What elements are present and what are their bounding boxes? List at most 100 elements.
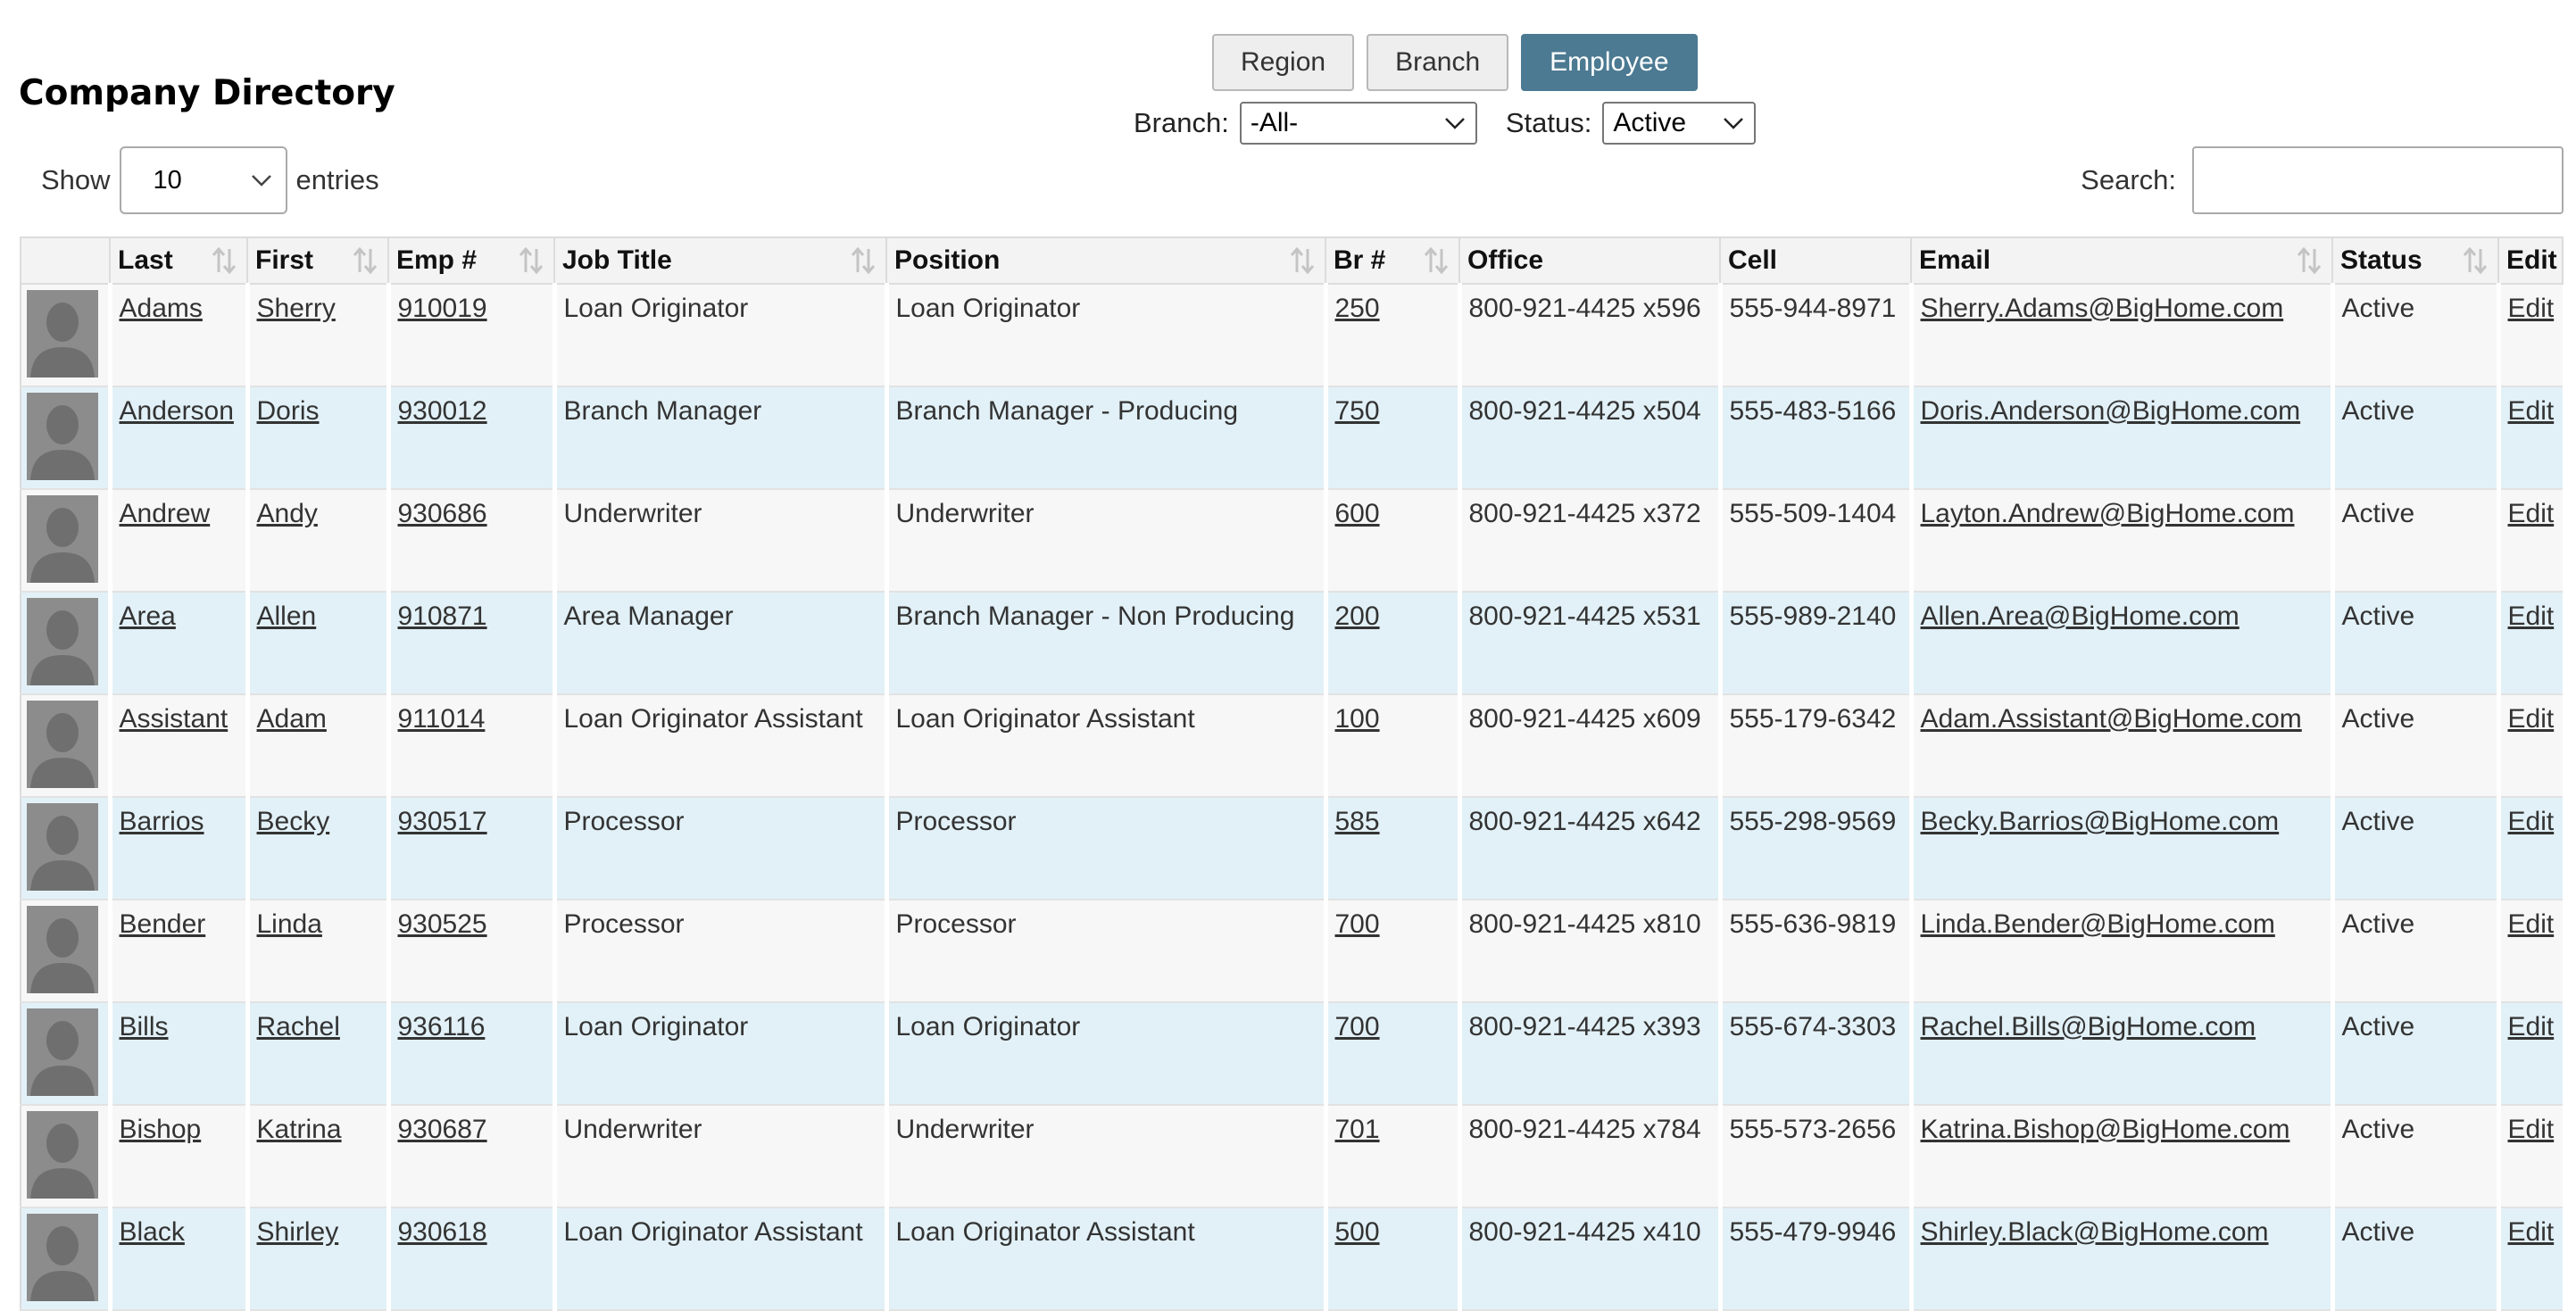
first-link[interactable]: Becky — [257, 807, 330, 836]
cell-first: Adam — [245, 694, 388, 798]
edit-link[interactable]: Edit — [2508, 1217, 2555, 1247]
cell-last: Bills — [107, 1002, 247, 1106]
column-header-emp-num[interactable]: Emp # — [387, 236, 555, 285]
edit-link[interactable]: Edit — [2508, 499, 2555, 528]
first-link[interactable]: Linda — [257, 909, 322, 939]
cell-emp-num: 930525 — [386, 900, 554, 1003]
email-link[interactable]: Sherry.Adams@BigHome.com — [1921, 294, 2284, 323]
emp-num-link[interactable]: 930012 — [398, 396, 487, 426]
column-header-job-title[interactable]: Job Title — [553, 236, 887, 285]
branch-num-link[interactable]: 750 — [1335, 396, 1380, 426]
cell-emp-num: 930618 — [386, 1207, 554, 1311]
cell-emp-num: 910871 — [386, 592, 554, 695]
last-link[interactable]: Black — [120, 1217, 185, 1247]
table-row: Adams Sherry 910019 Loan Originator Loan Ori… — [20, 284, 2563, 387]
emp-num-link[interactable]: 936116 — [398, 1012, 486, 1041]
emp-num-link[interactable]: 911014 — [398, 704, 486, 734]
branch-num-link[interactable]: 200 — [1335, 602, 1380, 631]
email-link[interactable]: Katrina.Bishop@BigHome.com — [1921, 1115, 2290, 1144]
employee-table: Last First Emp # Job Title Position Br # Offic… — [20, 236, 2564, 1311]
branch-num-link[interactable]: 700 — [1335, 909, 1380, 939]
email-link[interactable]: Becky.Barrios@BigHome.com — [1921, 807, 2280, 836]
branch-num-link[interactable]: 585 — [1335, 807, 1380, 836]
employee-view-button[interactable]: Employee — [1521, 34, 1698, 91]
edit-link[interactable]: Edit — [2508, 294, 2555, 323]
branch-num-link[interactable]: 100 — [1335, 704, 1380, 734]
first-link[interactable]: Allen — [257, 602, 317, 631]
column-header-status[interactable]: Status — [2331, 236, 2499, 285]
status-filter-select[interactable]: Active — [1602, 102, 1757, 145]
last-link[interactable]: Assistant — [120, 704, 229, 734]
column-header-last[interactable]: Last — [109, 236, 248, 285]
cell-status: Active — [2330, 900, 2498, 1003]
emp-num-link[interactable]: 930686 — [398, 499, 487, 528]
column-header-first[interactable]: First — [246, 236, 389, 285]
sort-arrows-icon — [1424, 246, 1449, 275]
cell-position: Underwriter — [884, 489, 1325, 593]
edit-link[interactable]: Edit — [2508, 396, 2555, 426]
last-link[interactable]: Bender — [120, 909, 206, 939]
first-link[interactable]: Adam — [257, 704, 327, 734]
edit-link[interactable]: Edit — [2508, 1012, 2555, 1041]
column-header-position[interactable]: Position — [885, 236, 1326, 285]
branch-num-link[interactable]: 500 — [1335, 1217, 1380, 1247]
cell-cell: 555-479-9946 — [1717, 1207, 1911, 1311]
emp-num-link[interactable]: 930687 — [398, 1115, 487, 1144]
edit-link[interactable]: Edit — [2508, 602, 2555, 631]
table-row: Area Allen 910871 Area Manager Branch Manage… — [20, 592, 2563, 695]
last-link[interactable]: Barrios — [120, 807, 204, 836]
first-link[interactable]: Sherry — [257, 294, 336, 323]
emp-num-link[interactable]: 930618 — [398, 1217, 487, 1247]
last-link[interactable]: Bishop — [120, 1115, 202, 1144]
edit-link[interactable]: Edit — [2508, 704, 2555, 734]
email-link[interactable]: Doris.Anderson@BigHome.com — [1921, 396, 2301, 426]
cell-last: Bender — [107, 900, 247, 1003]
page-length-control: Show 10 entries — [41, 146, 379, 214]
last-link[interactable]: Andrew — [120, 499, 211, 528]
email-link[interactable]: Rachel.Bills@BigHome.com — [1921, 1012, 2256, 1041]
column-header-email[interactable]: Email — [1910, 236, 2333, 285]
branch-num-link[interactable]: 701 — [1335, 1115, 1380, 1144]
branch-num-link[interactable]: 700 — [1335, 1012, 1380, 1041]
first-link[interactable]: Rachel — [257, 1012, 340, 1041]
column-header-label: Position — [894, 245, 1001, 275]
email-link[interactable]: Adam.Assistant@BigHome.com — [1921, 704, 2302, 734]
first-link[interactable]: Doris — [257, 396, 320, 426]
avatar-placeholder-icon — [27, 1111, 98, 1199]
emp-num-link[interactable]: 930525 — [398, 909, 487, 939]
last-link[interactable]: Adams — [120, 294, 203, 323]
cell-branch-num: 250 — [1323, 284, 1459, 387]
emp-num-link[interactable]: 930517 — [398, 807, 487, 836]
cell-office: 800-921-4425 x609 — [1457, 694, 1720, 798]
branch-view-button[interactable]: Branch — [1367, 34, 1509, 91]
cell-job-title: Underwriter — [552, 489, 886, 593]
last-link[interactable]: Anderson — [120, 396, 234, 426]
first-link[interactable]: Andy — [257, 499, 318, 528]
branch-num-link[interactable]: 600 — [1335, 499, 1380, 528]
edit-link[interactable]: Edit — [2508, 807, 2555, 836]
cell-cell: 555-636-9819 — [1717, 900, 1911, 1003]
branch-filter-select[interactable]: -All- — [1239, 102, 1477, 145]
cell-edit: Edit — [2496, 386, 2563, 490]
edit-link[interactable]: Edit — [2508, 1115, 2555, 1144]
email-link[interactable]: Shirley.Black@BigHome.com — [1921, 1217, 2269, 1247]
column-header-branch-num[interactable]: Br # — [1325, 236, 1460, 285]
branch-num-link[interactable]: 250 — [1335, 294, 1380, 323]
emp-num-link[interactable]: 910871 — [398, 602, 487, 631]
column-header-label: Cell — [1728, 245, 1778, 275]
cell-branch-num: 600 — [1323, 489, 1459, 593]
photo-cell — [20, 694, 110, 798]
table-row: Andrew Andy 930686 Underwriter Underwriter 60… — [20, 489, 2563, 593]
email-link[interactable]: Layton.Andrew@BigHome.com — [1921, 499, 2295, 528]
email-link[interactable]: Linda.Bender@BigHome.com — [1921, 909, 2275, 939]
first-link[interactable]: Shirley — [257, 1217, 339, 1247]
last-link[interactable]: Bills — [120, 1012, 169, 1041]
region-view-button[interactable]: Region — [1212, 34, 1355, 91]
search-input[interactable] — [2192, 146, 2564, 214]
emp-num-link[interactable]: 910019 — [398, 294, 487, 323]
email-link[interactable]: Allen.Area@BigHome.com — [1921, 602, 2239, 631]
last-link[interactable]: Area — [120, 602, 176, 631]
edit-link[interactable]: Edit — [2508, 909, 2555, 939]
entries-select[interactable]: 10 — [119, 146, 287, 214]
first-link[interactable]: Katrina — [257, 1115, 342, 1144]
